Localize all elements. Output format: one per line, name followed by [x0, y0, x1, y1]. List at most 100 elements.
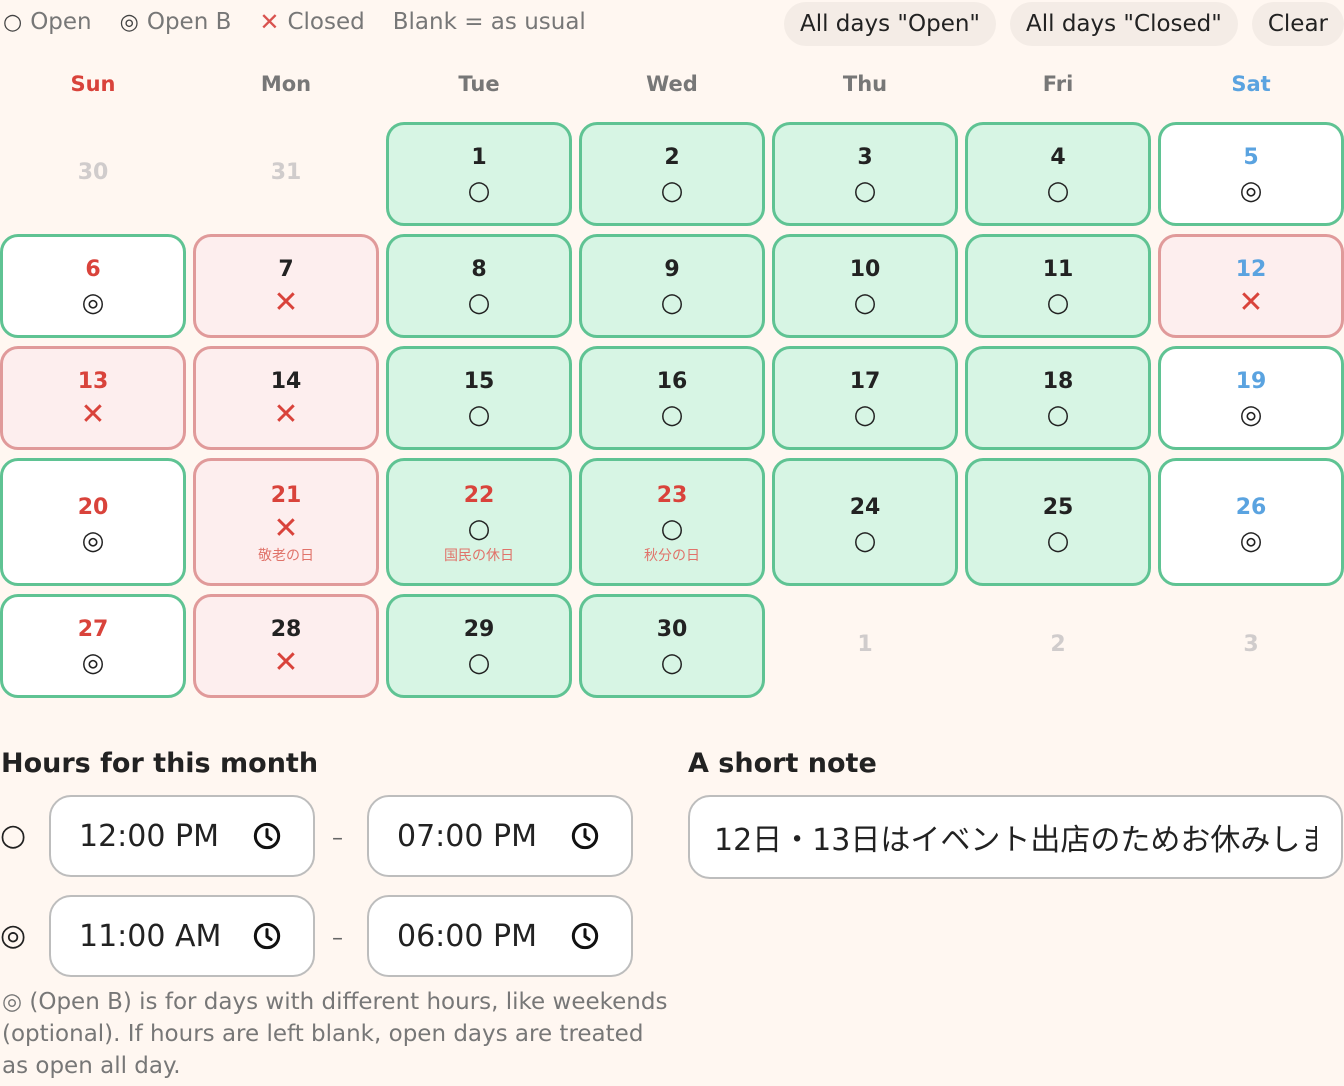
calendar-day-cell[interactable]: 18 ○	[965, 346, 1151, 450]
calendar-day-outside-month: 1	[772, 594, 958, 698]
day-number: 26	[1235, 495, 1267, 520]
day-number: 30	[656, 617, 688, 642]
open-circle-icon: ○	[467, 288, 491, 318]
calendar-day-cell[interactable]: 16 ○	[579, 346, 765, 450]
day-number: 29	[463, 617, 495, 642]
day-number: 21	[270, 483, 302, 508]
calendar-day-cell[interactable]: 2 ○	[579, 122, 765, 226]
double-circle-icon: ◎	[0, 918, 27, 953]
day-number: 7	[278, 257, 294, 282]
calendar-day-cell[interactable]: 21 ✕ 敬老の日	[193, 458, 379, 586]
clock-icon[interactable]	[253, 922, 281, 950]
day-number: 9	[664, 257, 680, 282]
clock-icon[interactable]	[571, 922, 599, 950]
open-start-time-value: 12:00 PM	[79, 818, 219, 854]
day-number: 5	[1243, 145, 1259, 170]
day-number: 3	[1243, 632, 1259, 657]
calendar-day-cell[interactable]: 20 ◎	[0, 458, 186, 586]
calendar-day-cell[interactable]: 9 ○	[579, 234, 765, 338]
note-title: A short note	[688, 748, 877, 779]
calendar-day-cell[interactable]: 5 ◎	[1158, 122, 1344, 226]
open-start-time[interactable]: 12:00 PM	[49, 795, 315, 877]
hours-title: Hours for this month	[1, 748, 319, 779]
calendar-day-cell[interactable]: 29 ○	[386, 594, 572, 698]
day-number: 19	[1235, 369, 1267, 394]
calendar-day-cell[interactable]: 3 ○	[772, 122, 958, 226]
day-number: 27	[77, 617, 109, 642]
calendar-day-cell[interactable]: 19 ◎	[1158, 346, 1344, 450]
calendar-day-cell[interactable]: 10 ○	[772, 234, 958, 338]
day-number: 18	[1042, 369, 1074, 394]
calendar-day-cell[interactable]: 4 ○	[965, 122, 1151, 226]
calendar-grid: 30 31 1 ○ 2 ○ 3 ○ 4 ○ 5 ◎ 6 ◎ 7 ✕ 8 ○ 9 ○ 10 ○ 11 ○ 12 ✕ 13 ✕ 14 ✕ 15 ○…	[0, 0, 1344, 700]
calendar-day-cell[interactable]: 24 ○	[772, 458, 958, 586]
open-b-start-time[interactable]: 11:00 AM	[49, 895, 315, 977]
cross-icon: ✕	[273, 645, 299, 680]
day-number: 15	[463, 369, 495, 394]
day-number: 25	[1042, 495, 1074, 520]
day-number: 14	[270, 369, 302, 394]
open-b-end-time[interactable]: 06:00 PM	[367, 895, 633, 977]
holiday-name: 秋分の日	[644, 548, 700, 564]
open-circle-icon: ○	[1046, 176, 1070, 206]
holiday-name: 敬老の日	[258, 548, 314, 564]
calendar-day-cell[interactable]: 25 ○	[965, 458, 1151, 586]
day-number: 17	[849, 369, 881, 394]
open-circle-icon: ○	[467, 400, 491, 430]
time-range-separator: –	[332, 826, 343, 851]
open-circle-icon: ○	[660, 514, 684, 544]
day-number: 4	[1050, 145, 1066, 170]
open-circle-icon: ○	[1046, 400, 1070, 430]
open-circle-icon: ○	[660, 176, 684, 206]
open-b-end-time-value: 06:00 PM	[397, 918, 537, 954]
day-number: 13	[77, 369, 109, 394]
day-number: 8	[471, 257, 487, 282]
calendar-day-cell[interactable]: 28 ✕	[193, 594, 379, 698]
holiday-name: 国民の休日	[444, 548, 514, 564]
calendar-day-cell[interactable]: 14 ✕	[193, 346, 379, 450]
clock-icon[interactable]	[571, 822, 599, 850]
calendar-day-cell[interactable]: 12 ✕	[1158, 234, 1344, 338]
double-circle-icon: ◎	[81, 526, 105, 556]
calendar-day-cell[interactable]: 13 ✕	[0, 346, 186, 450]
calendar-day-cell[interactable]: 17 ○	[772, 346, 958, 450]
open-circle-icon: ○	[853, 288, 877, 318]
double-circle-icon: ◎	[1239, 526, 1263, 556]
double-circle-icon: ◎	[1239, 176, 1263, 206]
open-circle-icon: ○	[660, 288, 684, 318]
calendar-day-outside-month: 3	[1158, 594, 1344, 698]
open-b-start-time-value: 11:00 AM	[79, 918, 222, 954]
open-end-time[interactable]: 07:00 PM	[367, 795, 633, 877]
day-number: 1	[857, 632, 873, 657]
open-circle-icon: ○	[660, 648, 684, 678]
calendar-day-cell[interactable]: 27 ◎	[0, 594, 186, 698]
day-number: 31	[270, 160, 302, 185]
calendar-day-cell[interactable]: 8 ○	[386, 234, 572, 338]
calendar-day-outside-month: 2	[965, 594, 1151, 698]
calendar-day-cell[interactable]: 7 ✕	[193, 234, 379, 338]
note-input[interactable]	[688, 795, 1343, 879]
day-number: 3	[857, 145, 873, 170]
clock-icon[interactable]	[253, 822, 281, 850]
calendar-day-cell[interactable]: 22 ○ 国民の休日	[386, 458, 572, 586]
calendar-day-cell[interactable]: 26 ◎	[1158, 458, 1344, 586]
open-circle-icon: ○	[853, 400, 877, 430]
double-circle-icon: ◎	[81, 288, 105, 318]
day-number: 30	[77, 160, 109, 185]
double-circle-icon: ◎	[81, 648, 105, 678]
calendar-day-cell[interactable]: 6 ◎	[0, 234, 186, 338]
day-number: 24	[849, 495, 881, 520]
calendar-day-cell[interactable]: 1 ○	[386, 122, 572, 226]
open-circle-icon: ○	[853, 176, 877, 206]
calendar-day-cell[interactable]: 11 ○	[965, 234, 1151, 338]
calendar-day-cell[interactable]: 23 ○ 秋分の日	[579, 458, 765, 586]
cross-icon: ✕	[273, 397, 299, 432]
day-number: 23	[656, 483, 688, 508]
day-number: 22	[463, 483, 495, 508]
calendar-day-cell[interactable]: 30 ○	[579, 594, 765, 698]
calendar-day-outside-month: 30	[0, 122, 186, 226]
cross-icon: ✕	[1238, 285, 1264, 320]
open-circle-icon: ○	[1046, 288, 1070, 318]
calendar-day-cell[interactable]: 15 ○	[386, 346, 572, 450]
day-number: 2	[1050, 632, 1066, 657]
